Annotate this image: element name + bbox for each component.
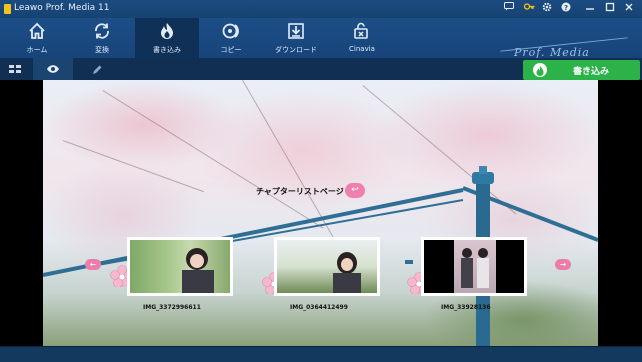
return-button[interactable]: ↩ bbox=[345, 183, 365, 198]
status-bar bbox=[0, 346, 642, 362]
menu-template-icon[interactable] bbox=[8, 61, 24, 77]
app-window: Leawo Prof. Media 11 ? ホーム 変換 書き込み コピー ダ… bbox=[0, 0, 642, 362]
chapter-caption-2: IMG_0364412499 bbox=[290, 304, 348, 311]
chapter-photo bbox=[424, 240, 524, 293]
burn-flame-icon bbox=[161, 23, 173, 39]
nav-copy-label: コピー bbox=[220, 46, 242, 54]
chapter-caption-1: IMG_3372996611 bbox=[143, 304, 201, 311]
next-page-arrow[interactable]: → bbox=[555, 259, 571, 270]
help-icon[interactable]: ? bbox=[559, 2, 573, 16]
nav-download[interactable]: ダウンロード bbox=[264, 18, 328, 58]
cinavia-lock-icon bbox=[354, 22, 368, 39]
nav-download-label: ダウンロード bbox=[275, 46, 317, 54]
chapter-thumbnail-2[interactable] bbox=[274, 237, 380, 296]
nav-burn-label: 書き込み bbox=[153, 46, 181, 54]
settings-gear-icon[interactable] bbox=[540, 2, 554, 16]
chapter-photo bbox=[277, 240, 377, 293]
edit-pencil-icon[interactable] bbox=[91, 61, 107, 77]
download-icon bbox=[288, 23, 304, 39]
burn-button-label: 書き込み bbox=[573, 67, 610, 77]
nav-convert[interactable]: 変換 bbox=[70, 18, 134, 58]
home-icon bbox=[29, 22, 45, 39]
nav-convert-label: 変換 bbox=[95, 46, 109, 54]
chapter-photo bbox=[130, 240, 230, 293]
prev-page-arrow[interactable]: ← bbox=[85, 259, 101, 270]
nav-home-label: ホーム bbox=[26, 46, 48, 54]
close-icon[interactable] bbox=[622, 2, 636, 16]
nav-home[interactable]: ホーム bbox=[5, 18, 69, 58]
chapter-list-title: チャプターリストページ bbox=[256, 187, 344, 196]
nav-burn[interactable]: 書き込み bbox=[135, 18, 199, 58]
nav-cinavia-label: Cinavia bbox=[349, 45, 375, 53]
chapter-thumbnail-1[interactable] bbox=[127, 237, 233, 296]
key-icon[interactable] bbox=[522, 2, 536, 16]
window-title: Leawo Prof. Media 11 bbox=[14, 3, 110, 13]
eye-icon bbox=[47, 65, 59, 73]
nav-copy[interactable]: コピー bbox=[199, 18, 263, 58]
svg-text:?: ? bbox=[564, 4, 568, 12]
main-nav: ホーム 変換 書き込み コピー ダウンロード Cinavia Prof. Med… bbox=[0, 18, 642, 59]
burn-button[interactable]: 書き込み bbox=[523, 60, 640, 80]
maximize-icon[interactable] bbox=[603, 2, 617, 16]
nav-cinavia[interactable]: Cinavia bbox=[330, 18, 394, 58]
app-logo-icon bbox=[4, 4, 11, 14]
burn-button-icon bbox=[533, 63, 547, 77]
chat-icon[interactable] bbox=[502, 2, 516, 16]
minimize-icon[interactable] bbox=[583, 2, 597, 16]
convert-icon bbox=[95, 23, 109, 39]
chapter-thumbnail-3[interactable] bbox=[421, 237, 527, 296]
title-bar: Leawo Prof. Media 11 ? bbox=[0, 0, 642, 18]
chapter-caption-3: IMG_33928136 bbox=[441, 304, 491, 311]
preview-eye-button[interactable] bbox=[33, 58, 73, 80]
disc-copy-icon bbox=[222, 23, 239, 39]
